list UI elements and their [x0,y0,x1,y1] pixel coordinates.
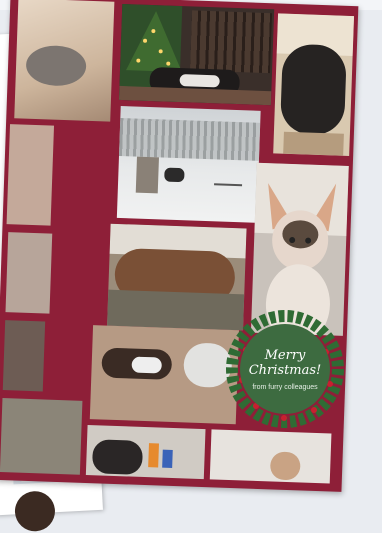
greeting-subtitle: from furry colleagues [252,384,318,391]
photo-pet-small-3 [0,398,83,475]
photo-pet-partial [6,124,55,226]
photo-dog-in-snow [116,105,261,223]
photo-cat-window [14,0,115,122]
wreath-center: Merry Christmas! from furry colleagues [240,324,330,414]
photo-pet-small-2 [2,320,46,392]
photo-dog-on-sofa [273,13,355,156]
photo-dogs-on-carpet [89,325,239,425]
greeting-title: Merry Christmas! [248,348,322,378]
photo-dog-christmas-tree [118,3,275,106]
photo-small-dog [209,429,332,484]
photo-pet-small-1 [5,232,53,314]
christmas-wreath-card: Merry Christmas! from furry colleagues [226,310,344,428]
photo-dog-with-treats [85,425,206,480]
second-person-photo [13,490,56,533]
